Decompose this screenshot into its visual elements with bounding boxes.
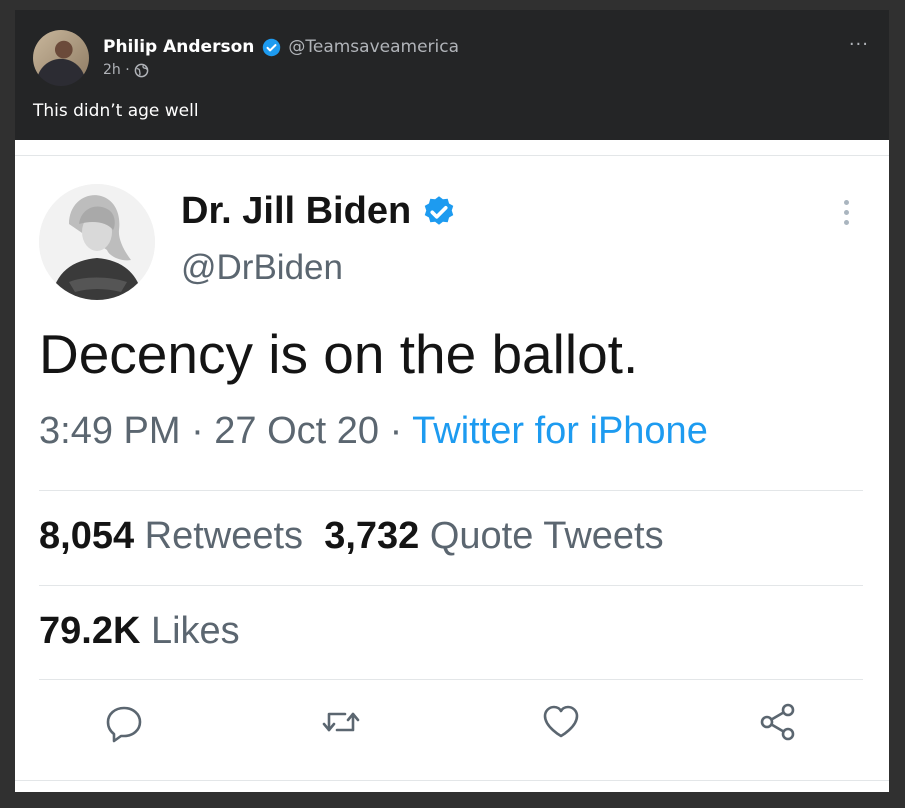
likes-label[interactable]: Likes: [151, 610, 240, 652]
heart-icon[interactable]: [539, 700, 583, 744]
globe-icon: [134, 63, 149, 77]
portrait-image: [39, 184, 155, 300]
retweets-label[interactable]: Retweets: [145, 515, 303, 557]
divider: [39, 585, 863, 586]
divider: [39, 679, 863, 680]
author-name[interactable]: Philip Anderson: [103, 37, 254, 57]
tweet-timestamp: 3:49 PM · 27 Oct 20 ·: [39, 410, 413, 452]
verified-badge-icon: [263, 38, 281, 56]
tweet-author-handle[interactable]: @DrBiden: [181, 248, 343, 288]
tweet-text: Decency is on the ballot.: [39, 323, 639, 385]
post-meta: 2h ·: [103, 62, 149, 78]
author-row: Philip Anderson @Teamsaveamerica: [103, 34, 459, 60]
tweet-name-row: Dr. Jill Biden: [181, 190, 457, 233]
likes-count[interactable]: 79.2K: [39, 610, 140, 652]
tweet-likes-row: 79.2K Likes: [39, 610, 240, 653]
post-more-button[interactable]: ···: [849, 34, 869, 55]
retweets-count[interactable]: 8,054: [39, 515, 134, 557]
quotes-count[interactable]: 3,732: [324, 515, 419, 557]
retweet-icon[interactable]: [319, 700, 363, 744]
post-header: Philip Anderson @Teamsaveamerica 2h · ··…: [15, 10, 889, 140]
tweet-avatar: [39, 184, 155, 300]
author-avatar[interactable]: [33, 30, 89, 86]
divider: [15, 780, 889, 781]
tweet-meta: 3:49 PM · 27 Oct 20 · Twitter for iPhone: [39, 410, 708, 453]
divider: [15, 155, 889, 156]
verified-badge-icon: [424, 195, 454, 225]
quotes-label[interactable]: Quote Tweets: [430, 515, 664, 557]
tweet-more-icon[interactable]: [841, 200, 851, 232]
tweet-screenshot[interactable]: Dr. Jill Biden @DrBiden Decency is on th…: [15, 140, 889, 792]
author-handle[interactable]: @Teamsaveamerica: [288, 37, 459, 57]
post-caption: This didn’t age well: [33, 101, 199, 121]
post-time[interactable]: 2h ·: [103, 62, 130, 78]
divider: [39, 490, 863, 491]
tweet-author-name[interactable]: Dr. Jill Biden: [181, 190, 411, 233]
facebook-post: Philip Anderson @Teamsaveamerica 2h · ··…: [15, 10, 889, 792]
reply-icon[interactable]: [102, 700, 146, 744]
tweet-source-link[interactable]: Twitter for iPhone: [412, 410, 708, 452]
tweet-stats-row: 8,054 Retweets 3,732 Quote Tweets: [39, 515, 664, 558]
share-icon[interactable]: [756, 700, 800, 744]
